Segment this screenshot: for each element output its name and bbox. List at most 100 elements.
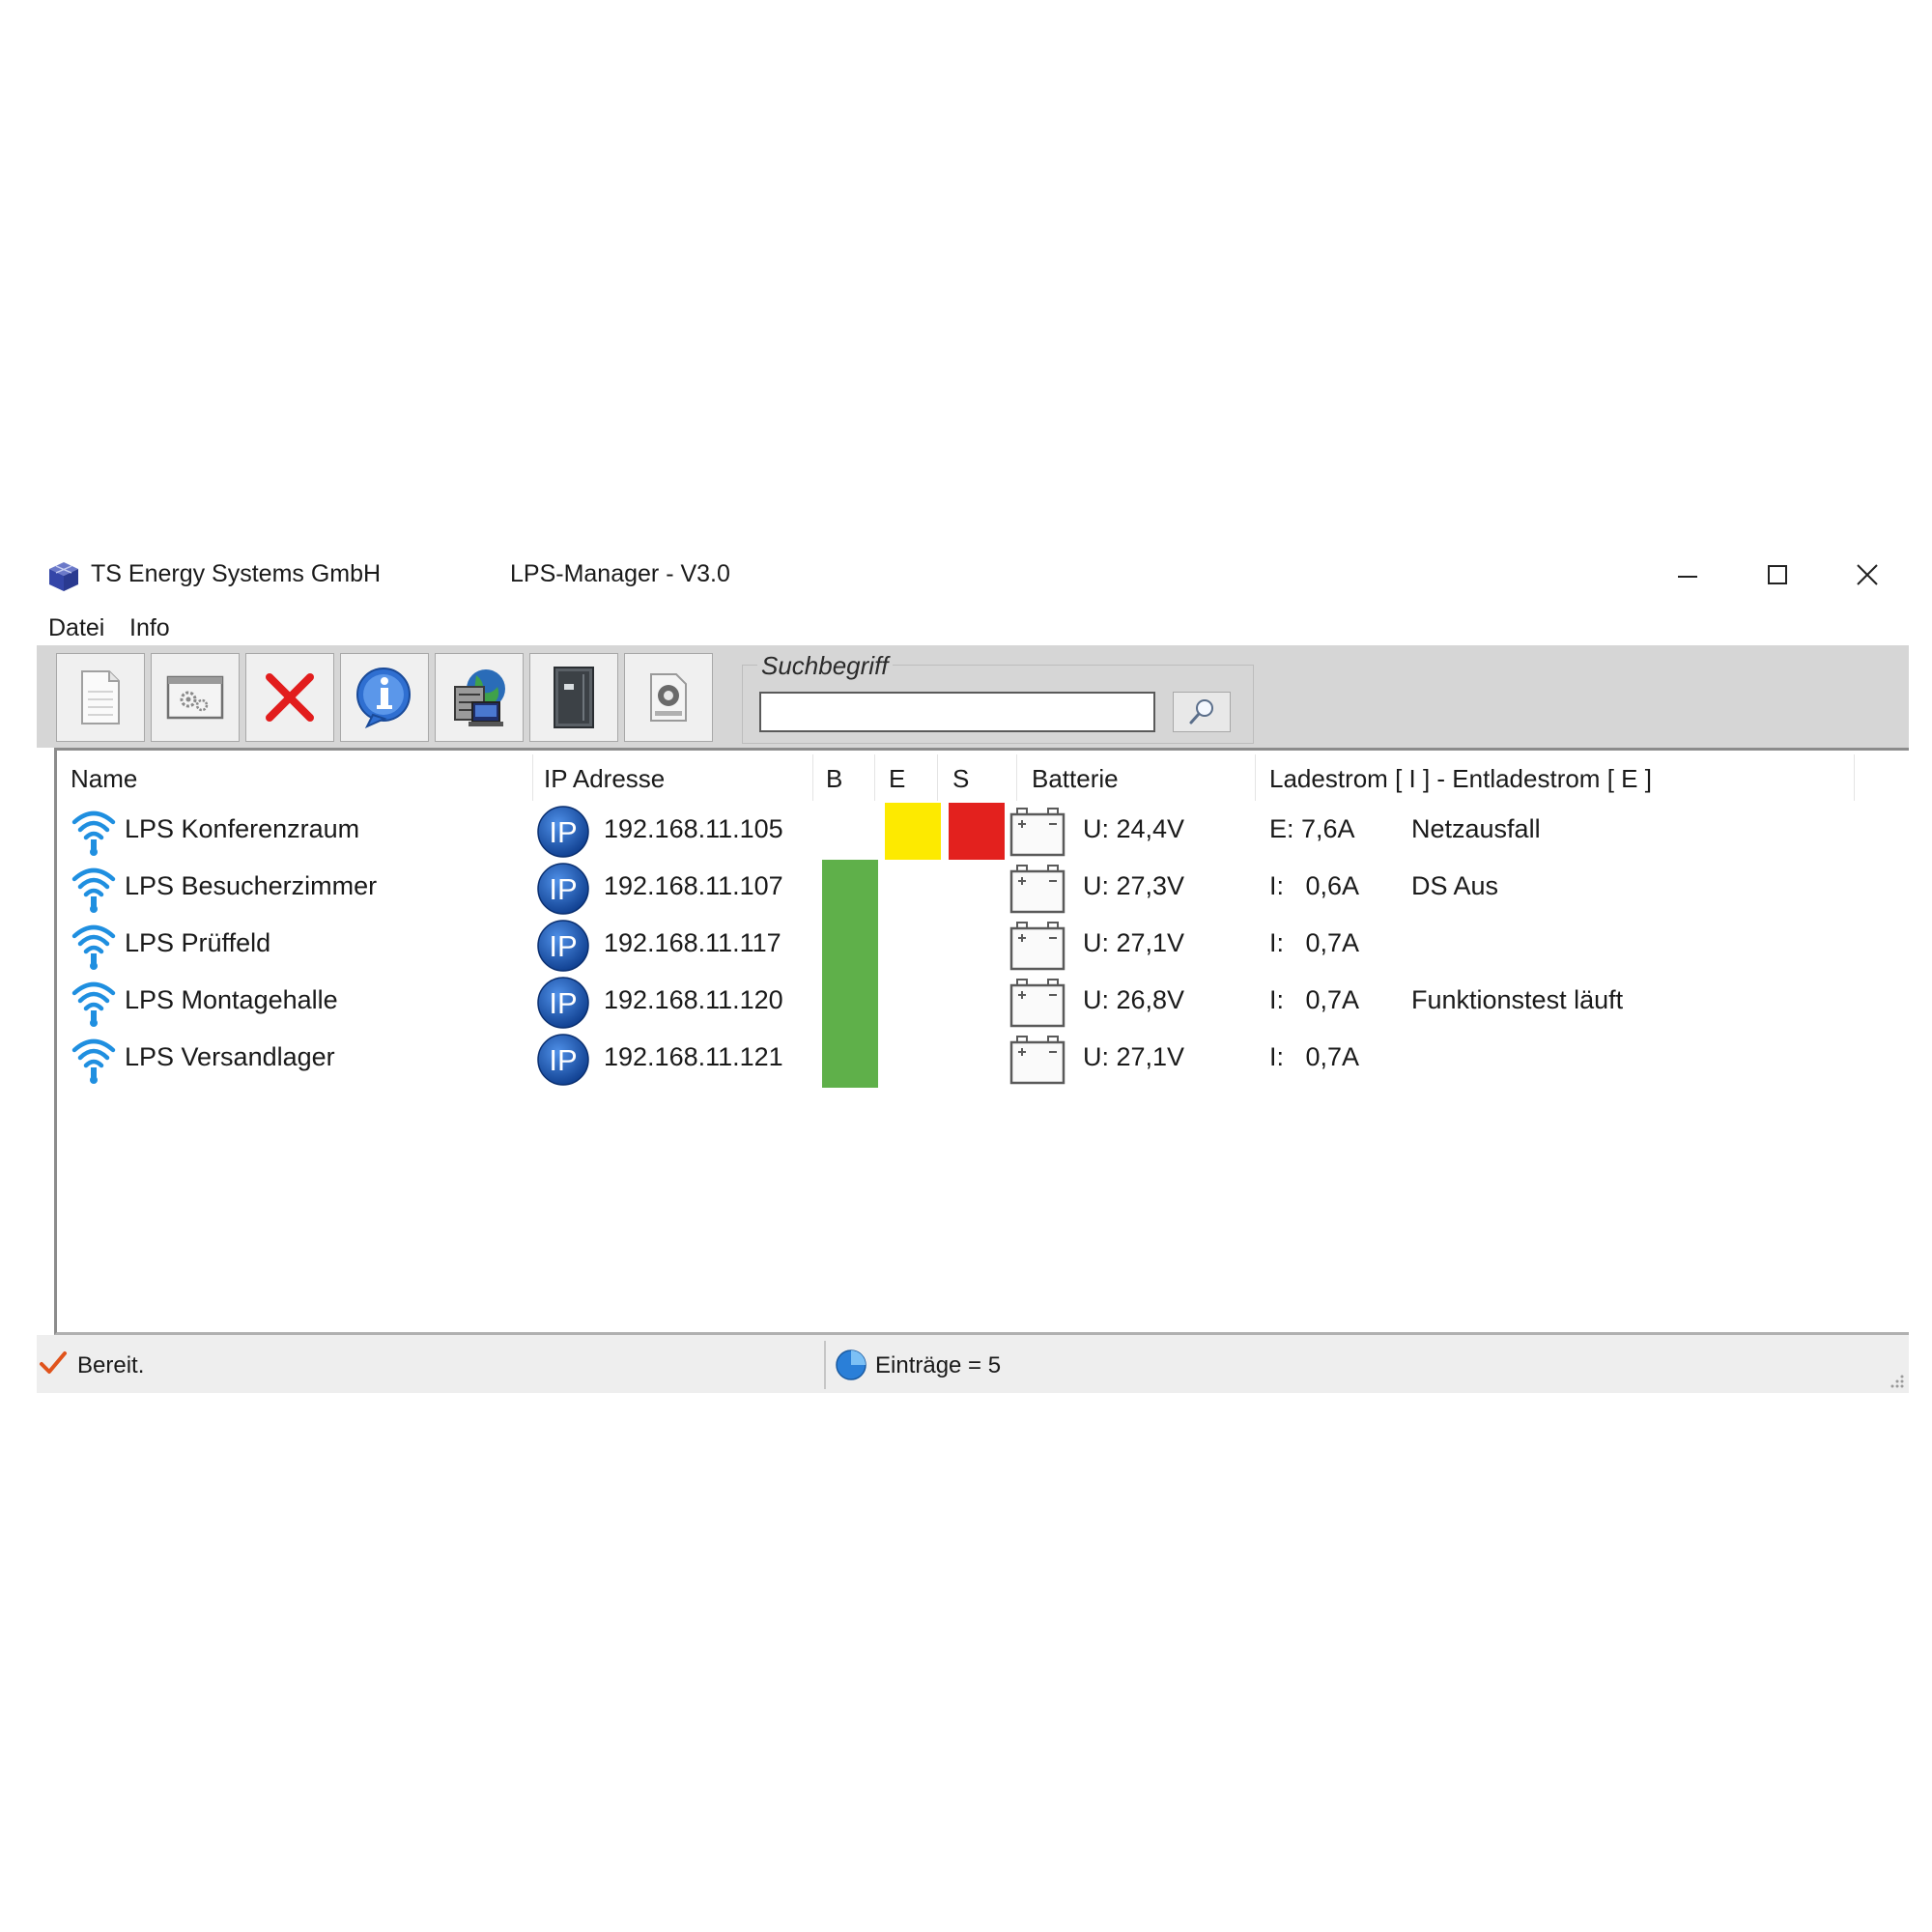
- toolbar: Suchbegriff: [37, 645, 1909, 748]
- indicator-e: [885, 803, 941, 860]
- svg-text:IP: IP: [549, 872, 577, 906]
- svg-text:IP: IP: [549, 1043, 577, 1077]
- search-icon: [1189, 699, 1213, 724]
- svg-text:IP: IP: [549, 929, 577, 963]
- status-text: Bereit.: [77, 1352, 145, 1378]
- table-row[interactable]: LPS Konferenzraum IP 192.168.11.105 U: 24,4…: [57, 803, 1906, 860]
- delete-x-icon: [266, 673, 314, 722]
- svg-text:IP: IP: [549, 815, 577, 849]
- indicator-b: [822, 917, 878, 974]
- ip-address-icon: IP: [537, 920, 589, 972]
- info-button[interactable]: [340, 653, 429, 742]
- close-button[interactable]: [1841, 553, 1893, 597]
- application-window: TS Energy Systems GmbH LPS-Manager - V3.…: [37, 541, 1909, 1393]
- device-name: LPS Montagehalle: [125, 985, 338, 1014]
- checkmark-icon: [40, 1351, 67, 1374]
- status-bar: Bereit. Einträge = 5: [37, 1335, 1909, 1393]
- network-computer-icon: [454, 669, 505, 726]
- ip-address: 192.168.11.120: [604, 985, 783, 1014]
- svg-text:IP: IP: [549, 986, 577, 1020]
- wifi-signal-icon: [71, 867, 116, 913]
- battery-voltage: U: 27,1V: [1083, 1042, 1185, 1071]
- minimize-icon: [1678, 576, 1697, 578]
- battery-icon: [1009, 865, 1065, 914]
- status-note: DS Aus: [1411, 871, 1499, 900]
- column-header-ip[interactable]: IP Adresse: [544, 764, 665, 794]
- column-header-name[interactable]: Name: [71, 764, 137, 794]
- maximize-button[interactable]: [1751, 553, 1804, 597]
- search-input[interactable]: [759, 692, 1155, 732]
- indicator-b: [822, 1031, 878, 1088]
- settings-button[interactable]: [151, 653, 240, 742]
- maximize-icon: [1768, 565, 1787, 584]
- ip-address: 192.168.11.107: [604, 871, 783, 900]
- indicator-b: [822, 974, 878, 1031]
- current-value: E: 7,6A: [1269, 814, 1355, 843]
- column-header-batterie[interactable]: Batterie: [1032, 764, 1119, 794]
- document-icon: [81, 670, 120, 724]
- table-row[interactable]: LPS Prüffeld IP 192.168.11.117 U: 27,1V I: 0…: [57, 917, 1906, 974]
- company-name: TS Energy Systems GmbH: [91, 560, 382, 587]
- indicator-b: [822, 860, 878, 917]
- menu-datei[interactable]: Datei: [48, 614, 104, 642]
- resize-grip-icon[interactable]: [1888, 1372, 1905, 1389]
- info-icon: [356, 668, 411, 729]
- ip-address-icon: IP: [537, 1034, 589, 1086]
- table-row[interactable]: LPS Montagehalle IP 192.168.11.120 U: 26,8V…: [57, 974, 1906, 1031]
- battery-voltage: U: 27,3V: [1083, 871, 1185, 900]
- network-button[interactable]: [435, 653, 524, 742]
- status-note: Funktionstest läuft: [1411, 985, 1624, 1014]
- settings-window-icon: [166, 675, 224, 720]
- ip-address: 192.168.11.117: [604, 928, 781, 957]
- wifi-signal-icon: [71, 981, 116, 1027]
- table-row[interactable]: LPS Besucherzimmer IP 192.168.11.107 U: 27,…: [57, 860, 1906, 917]
- current-value: I: 0,7A: [1269, 985, 1360, 1014]
- menu-info[interactable]: Info: [129, 614, 170, 642]
- search-button[interactable]: [1173, 692, 1231, 732]
- ip-address-icon: IP: [537, 863, 589, 915]
- battery-icon: [1009, 808, 1065, 857]
- battery-icon: [1009, 1036, 1065, 1085]
- battery-icon: [1009, 922, 1065, 971]
- status-note: Netzausfall: [1411, 814, 1541, 843]
- column-header-e[interactable]: E: [889, 764, 905, 794]
- ip-address-icon: IP: [537, 977, 589, 1029]
- delete-button[interactable]: [245, 653, 334, 742]
- minimize-button[interactable]: [1662, 553, 1714, 597]
- indicator-s: [949, 803, 1005, 860]
- device-name: LPS Besucherzimmer: [125, 871, 378, 900]
- close-icon: [1857, 564, 1878, 585]
- config-icon: [650, 673, 687, 722]
- battery-voltage: U: 27,1V: [1083, 928, 1185, 957]
- wifi-signal-icon: [71, 924, 116, 970]
- ip-address: 192.168.11.121: [604, 1042, 783, 1071]
- wifi-signal-icon: [71, 1038, 116, 1084]
- title-bar: TS Energy Systems GmbH LPS-Manager - V3.…: [37, 541, 1909, 611]
- wifi-signal-icon: [71, 810, 116, 856]
- battery-icon: [1009, 979, 1065, 1028]
- company-logo-icon: [49, 562, 78, 591]
- ip-address: 192.168.11.105: [604, 814, 783, 843]
- ip-address-icon: IP: [537, 806, 589, 858]
- current-value: I: 0,7A: [1269, 1042, 1360, 1071]
- current-value: I: 0,6A: [1269, 871, 1360, 900]
- device-name: LPS Prüffeld: [125, 928, 271, 957]
- device-name: LPS Konferenzraum: [125, 814, 360, 843]
- search-label: Suchbegriff: [757, 651, 893, 681]
- battery-voltage: U: 24,4V: [1083, 814, 1185, 843]
- device-list: Name IP Adresse B E S Batterie Ladestrom…: [54, 748, 1909, 1335]
- entries-count: Einträge = 5: [875, 1352, 1002, 1378]
- pie-chart-icon: [836, 1350, 867, 1380]
- config-button[interactable]: [624, 653, 713, 742]
- column-header-s[interactable]: S: [952, 764, 969, 794]
- column-header-b[interactable]: B: [826, 764, 842, 794]
- device-cabinet-icon: [554, 667, 594, 728]
- new-document-button[interactable]: [56, 653, 145, 742]
- menu-bar: Datei Info: [37, 611, 1909, 645]
- window-title: LPS-Manager - V3.0: [510, 560, 730, 587]
- device-name: LPS Versandlager: [125, 1042, 335, 1071]
- device-button[interactable]: [529, 653, 618, 742]
- table-row[interactable]: LPS Versandlager IP 192.168.11.121 U: 27,1V…: [57, 1031, 1906, 1088]
- column-header-strom[interactable]: Ladestrom [ I ] - Entladestrom [ E ]: [1269, 764, 1652, 794]
- battery-voltage: U: 26,8V: [1083, 985, 1185, 1014]
